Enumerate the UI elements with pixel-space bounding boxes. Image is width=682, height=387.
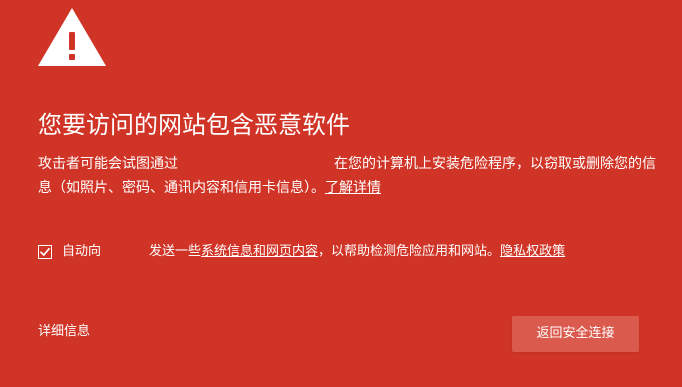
message-text-part1: 攻击者可能会试图通过 <box>38 156 178 172</box>
warning-message: 攻击者可能会试图通过 在您的计算机上安装危险程序，以窃取或删除您的信息（如照片、密… <box>38 152 658 200</box>
page-title: 您要访问的网站包含恶意软件 <box>38 111 350 139</box>
interstitial-page: 您要访问的网站包含恶意软件 攻击者可能会试图通过 在您的计算机上安装危险程序，以窃… <box>0 0 682 387</box>
message-text-part2: 在您的计算机上安装危险程序，以窃取或删 <box>334 156 600 172</box>
privacy-policy-link[interactable]: 隐私权政策 <box>500 240 565 264</box>
checkbox-text-before-link: 发送一些 <box>149 244 202 259</box>
back-to-safety-button[interactable]: 返回安全连接 <box>512 316 639 352</box>
checkbox-label: 自动向 <box>62 244 102 259</box>
learn-more-link[interactable]: 了解详情 <box>325 180 381 196</box>
warning-icon <box>38 8 106 66</box>
checkmark-icon <box>40 247 50 256</box>
extended-reporting-option: 自动向 发送一些 系统信息和网页内容 ，以帮助检测危险应用和网站。 隐私权政策 <box>38 240 658 264</box>
system-info-link[interactable]: 系统信息和网页内容 <box>201 240 318 264</box>
extended-reporting-checkbox[interactable] <box>38 245 52 259</box>
checkbox-text-after-link: ，以帮助检测危险应用和网站。 <box>318 244 501 259</box>
details-link[interactable]: 详细信息 <box>38 322 90 342</box>
